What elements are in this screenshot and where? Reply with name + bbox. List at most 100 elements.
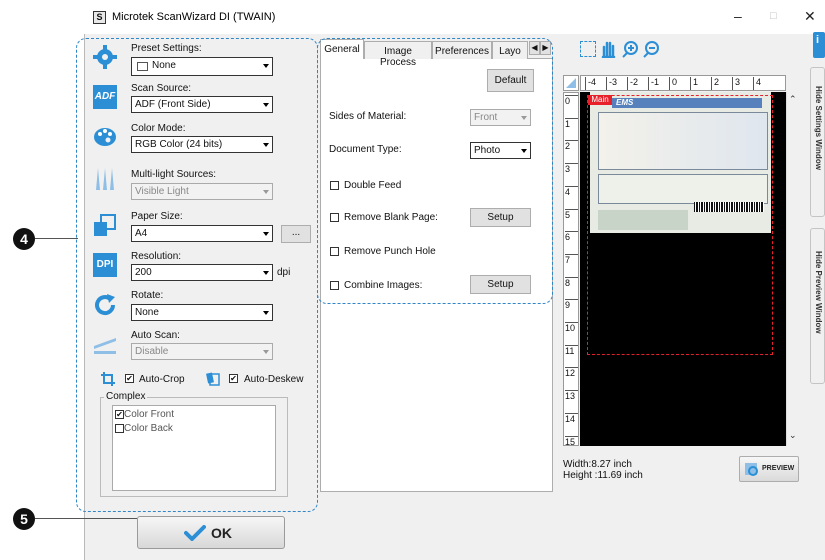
scroll-up-icon[interactable]: ⌃ xyxy=(789,94,797,105)
auto-scan-label: Auto Scan: xyxy=(131,330,180,341)
scan-source-label: Scan Source: xyxy=(131,83,192,94)
remove-blank-setup-button[interactable]: Setup xyxy=(470,208,531,227)
height-readout: Height :11.69 inch xyxy=(563,470,643,481)
ruler-top-tick: -3 xyxy=(606,77,617,90)
ruler-left-tick: 5 xyxy=(565,208,578,220)
complex-label: Complex xyxy=(104,391,148,402)
color-mode-label: Color Mode: xyxy=(131,123,186,134)
resolution-label: Resolution: xyxy=(131,251,182,262)
checkmark-icon xyxy=(184,525,206,541)
callout-4-line xyxy=(35,238,78,239)
ruler-corner-icon xyxy=(563,75,579,91)
hand-tool-icon[interactable] xyxy=(600,40,617,58)
paper-size-select[interactable]: A4 xyxy=(131,225,273,242)
callout-5-line xyxy=(35,518,137,519)
remove-punch-label: Remove Punch Hole xyxy=(344,246,436,257)
ruler-left-tick: 3 xyxy=(565,163,578,174)
hide-settings-label: Hide Settings Window xyxy=(814,86,823,170)
ruler-top-tick: 4 xyxy=(753,77,761,90)
callout-5: 5 xyxy=(13,508,35,530)
rotate-icon xyxy=(95,294,116,315)
auto-crop-label: Auto-Crop xyxy=(139,374,185,385)
color-front-label: Color Front xyxy=(124,409,175,420)
ruler-left-tick: 13 xyxy=(565,390,578,401)
combine-checkbox[interactable] xyxy=(330,281,339,290)
ruler-top-tick: -1 xyxy=(648,77,659,90)
width-readout: Width:8.27 inch xyxy=(563,459,632,470)
auto-deskew-checkbox[interactable]: ✔ xyxy=(229,374,238,383)
crop-icon xyxy=(101,372,115,386)
ruler-left-tick: 11 xyxy=(565,344,578,356)
rotate-select[interactable]: None xyxy=(131,304,273,321)
preview-magnifier-icon xyxy=(745,463,758,476)
callout-4: 4 xyxy=(13,228,35,250)
ok-button[interactable]: OK xyxy=(137,516,285,549)
combine-setup-button[interactable]: Setup xyxy=(470,275,531,294)
ruler-top-tick: -2 xyxy=(627,77,638,90)
ruler-left-tick: 12 xyxy=(565,367,578,378)
ruler-left-tick: 10 xyxy=(565,322,578,333)
paper-size-label: Paper Size: xyxy=(131,211,183,222)
ruler-left-tick: 4 xyxy=(565,185,578,197)
ruler-left-tick: 8 xyxy=(565,276,578,288)
minimize-button[interactable]: – xyxy=(734,8,742,24)
zoom-in-icon[interactable] xyxy=(622,40,640,58)
doctype-select[interactable]: Photo xyxy=(470,142,531,159)
color-back-checkbox[interactable] xyxy=(115,424,124,433)
hide-settings-window-button[interactable]: Hide Settings Window xyxy=(810,67,825,217)
remove-blank-label: Remove Blank Page: xyxy=(344,212,438,223)
color-back-label: Color Back xyxy=(124,423,173,434)
remove-blank-checkbox[interactable] xyxy=(330,213,339,222)
ruler-left-tick: 9 xyxy=(565,299,578,310)
app-icon: S xyxy=(93,11,106,24)
auto-scan-icon xyxy=(94,338,116,354)
palette-icon xyxy=(94,128,116,146)
doctype-label: Document Type: xyxy=(329,144,402,155)
scan-source-select[interactable]: ADF (Front Side) xyxy=(131,96,273,113)
scan-frame[interactable] xyxy=(587,95,773,355)
select-tool-icon[interactable] xyxy=(580,41,596,57)
preview-label: PREVIEW xyxy=(762,465,795,472)
paper-size-icon xyxy=(94,214,116,236)
ruler-top-tick: 0 xyxy=(669,77,677,90)
hide-preview-window-button[interactable]: Hide Preview Window xyxy=(810,228,825,384)
folder-icon xyxy=(137,62,148,71)
auto-crop-checkbox[interactable]: ✔ xyxy=(125,374,134,383)
scroll-down-icon[interactable]: ⌄ xyxy=(789,430,797,441)
ruler-top: -4 -3 -2 -1 0 1 2 3 4 xyxy=(580,75,786,91)
color-mode-select[interactable]: RGB Color (24 bits) xyxy=(131,136,273,153)
color-front-checkbox[interactable]: ✔ xyxy=(115,410,124,419)
close-button[interactable]: ✕ xyxy=(804,8,816,25)
resolution-select[interactable]: 200 xyxy=(131,264,273,281)
preview-scrollbar[interactable]: ⌃ ⌄ xyxy=(786,92,799,446)
adf-icon: ADF xyxy=(93,85,117,109)
ruler-left-tick: 14 xyxy=(565,412,578,424)
ruler-left-tick: 0 xyxy=(565,95,578,106)
preview-button[interactable]: PREVIEW xyxy=(739,456,799,482)
ok-label: OK xyxy=(211,525,232,541)
info-icon[interactable]: i xyxy=(813,32,825,58)
window-title: Microtek ScanWizard DI (TWAIN) xyxy=(112,11,276,23)
ruler-top-tick: 1 xyxy=(690,77,698,90)
main-frame-tag: Main xyxy=(588,95,612,105)
zoom-out-icon[interactable] xyxy=(643,40,661,58)
preview-area: EMS Main xyxy=(580,92,786,446)
double-feed-label: Double Feed xyxy=(344,180,402,191)
ruler-left-tick: 6 xyxy=(565,231,578,242)
paper-size-more-button[interactable]: ... xyxy=(281,225,311,243)
auto-deskew-label: Auto-Deskew xyxy=(244,374,304,385)
default-button[interactable]: Default xyxy=(487,69,534,92)
remove-punch-checkbox[interactable] xyxy=(330,247,339,256)
ruler-left: 0 1 2 3 4 5 6 7 8 9 10 11 12 13 14 15 xyxy=(563,92,579,447)
auto-scan-select[interactable]: Disable xyxy=(131,343,273,360)
dpi-icon: DPI xyxy=(93,253,117,277)
multilight-icon xyxy=(96,168,114,190)
sides-select[interactable]: Front xyxy=(470,109,531,126)
double-feed-checkbox[interactable] xyxy=(330,181,339,190)
preset-select[interactable]: None xyxy=(131,57,273,76)
multilight-select[interactable]: Visible Light xyxy=(131,183,273,200)
ruler-top-tick: -4 xyxy=(585,77,596,90)
multilight-label: Multi-light Sources: xyxy=(131,169,217,180)
ruler-left-tick: 2 xyxy=(565,140,578,151)
maximize-button[interactable]: □ xyxy=(770,10,777,22)
